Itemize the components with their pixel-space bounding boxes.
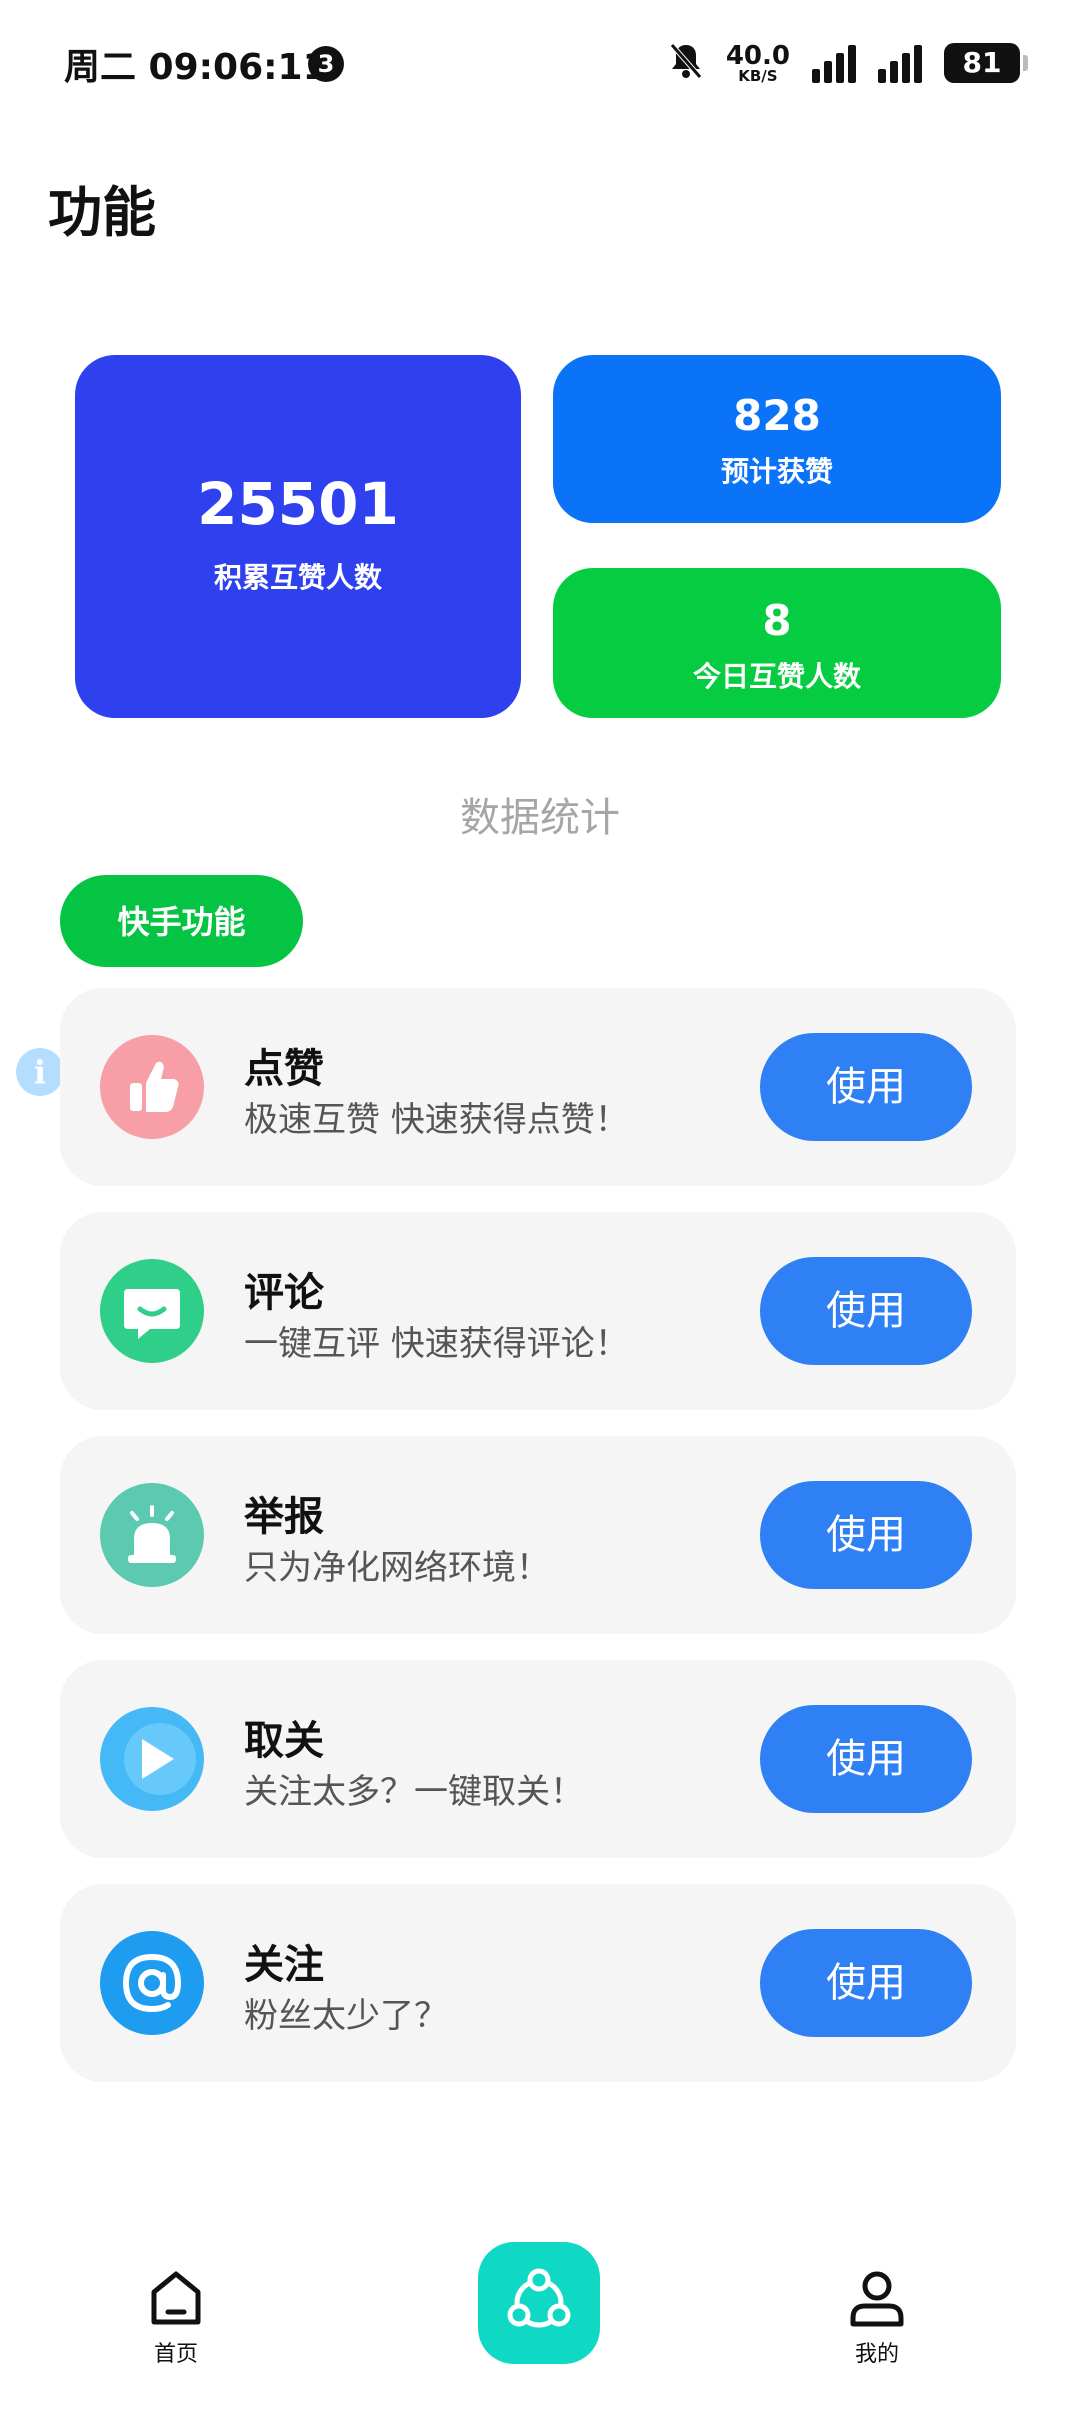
use-button-like[interactable]: 使用 bbox=[760, 1033, 972, 1141]
feature-title: 举报 bbox=[244, 1494, 324, 1540]
feature-desc: 一键互评 快速获得评论！ bbox=[244, 1324, 629, 1364]
feature-card-like: 点赞 极速互赞 快速获得点赞！ 使用 bbox=[60, 988, 1016, 1186]
feature-card-report: 举报 只为净化网络环境！ 使用 bbox=[60, 1436, 1016, 1634]
kuaishou-feature-tab[interactable]: 快手功能 bbox=[60, 875, 303, 967]
play-icon bbox=[100, 1707, 204, 1811]
bottom-navigation: 首页 我的 bbox=[0, 2220, 1080, 2414]
feature-card-comment: 评论 一键互评 快速获得评论！ 使用 bbox=[60, 1212, 1016, 1410]
at-icon bbox=[100, 1931, 204, 2035]
use-button-report[interactable]: 使用 bbox=[760, 1481, 972, 1589]
feature-title: 取关 bbox=[244, 1718, 324, 1764]
stat-total-label: 积累互赞人数 bbox=[213, 561, 382, 594]
section-caption: 数据统计 bbox=[460, 795, 620, 841]
feature-title: 点赞 bbox=[244, 1046, 324, 1092]
stat-today-card: 8 今日互赞人数 bbox=[553, 568, 1001, 718]
stat-today-label: 今日互赞人数 bbox=[692, 660, 861, 693]
feature-desc: 粉丝太少了？ bbox=[244, 1996, 448, 2036]
use-button-unfollow[interactable]: 使用 bbox=[760, 1705, 972, 1813]
nav-mine-label: 我的 bbox=[854, 2342, 899, 2367]
network-speed: 40.0 KB/S bbox=[726, 43, 790, 84]
signal-1-icon bbox=[812, 43, 856, 83]
use-button-comment[interactable]: 使用 bbox=[760, 1257, 972, 1365]
page-title: 功能 bbox=[48, 181, 156, 244]
home-icon bbox=[148, 2271, 204, 2332]
status-icons: 40.0 KB/S 81 bbox=[668, 38, 1028, 88]
network-speed-unit: KB/S bbox=[738, 66, 778, 85]
user-icon bbox=[847, 2271, 907, 2332]
alarm-icon bbox=[100, 1483, 204, 1587]
share-network-icon bbox=[478, 2268, 600, 2368]
notification-count-badge: 3 bbox=[308, 46, 344, 82]
feature-card-unfollow: 取关 关注太多？一键取关！ 使用 bbox=[60, 1660, 1016, 1858]
use-button-follow[interactable]: 使用 bbox=[760, 1929, 972, 2037]
mute-bell-icon bbox=[668, 41, 704, 85]
comment-icon bbox=[100, 1259, 204, 1363]
feature-desc: 关注太多？一键取关！ bbox=[244, 1772, 584, 1812]
nav-home-label: 首页 bbox=[153, 2342, 198, 2367]
stat-total-card: 25501 积累互赞人数 bbox=[75, 355, 521, 718]
nav-mine[interactable]: 我的 bbox=[807, 2268, 947, 2368]
feature-title: 评论 bbox=[244, 1270, 324, 1316]
stat-total-value: 25501 bbox=[197, 470, 399, 538]
nav-home[interactable]: 首页 bbox=[106, 2268, 246, 2368]
status-time: 周二 09:06:11 bbox=[64, 47, 328, 88]
feature-title: 关注 bbox=[244, 1942, 324, 1988]
stat-estimated-value: 828 bbox=[733, 391, 821, 440]
feature-card-follow: 关注 粉丝太少了？ 使用 bbox=[60, 1884, 1016, 2082]
stat-estimated-card: 828 预计获赞 bbox=[553, 355, 1001, 523]
stat-estimated-label: 预计获赞 bbox=[720, 455, 833, 488]
info-icon[interactable]: i bbox=[16, 1048, 64, 1096]
feature-desc: 只为净化网络环境！ bbox=[244, 1548, 550, 1588]
battery-icon: 81 bbox=[944, 43, 1028, 83]
status-bar: 周二 09:06:11 3 40.0 KB/S 81 bbox=[0, 0, 1080, 120]
feature-desc: 极速互赞 快速获得点赞！ bbox=[244, 1100, 629, 1140]
thumbs-up-icon bbox=[100, 1035, 204, 1139]
network-speed-value: 40.0 bbox=[725, 40, 790, 71]
signal-2-icon bbox=[878, 43, 922, 83]
stat-today-value: 8 bbox=[762, 596, 792, 645]
nav-center-button[interactable] bbox=[478, 2242, 600, 2364]
